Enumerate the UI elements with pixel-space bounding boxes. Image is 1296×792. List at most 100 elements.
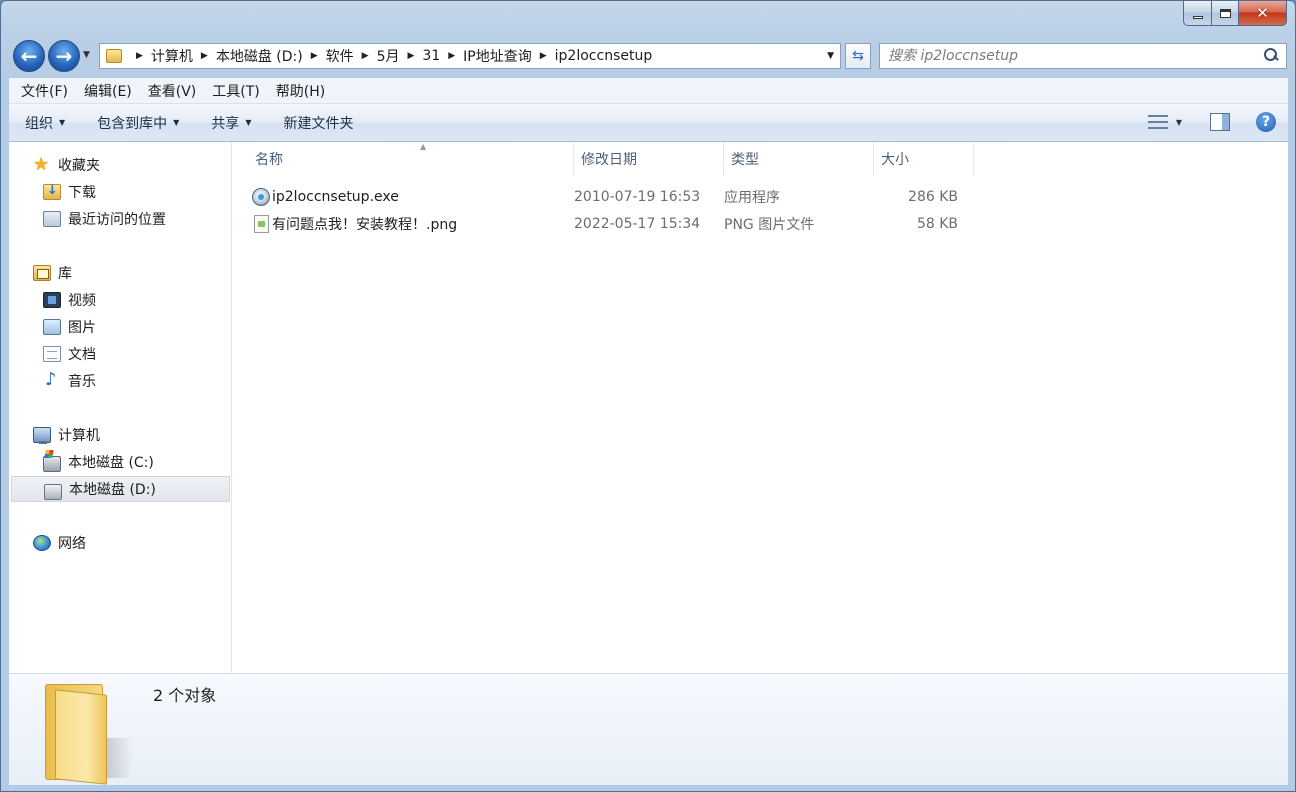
breadcrumb-current[interactable]: ip2loccnsetup [555,48,653,64]
sidebar-item-label: 下载 [68,185,96,201]
application-icon [252,188,270,206]
breadcrumb-separator-icon[interactable]: ▶ [311,51,318,61]
share-button[interactable]: 共享 ▼ [211,113,251,133]
hard-drive-icon [44,483,62,500]
sidebar-item-label: 文档 [68,347,96,363]
forward-arrow-icon: → [55,44,73,68]
sidebar-item-label: 网络 [58,536,86,552]
maximize-button[interactable] [1212,1,1239,26]
view-options-dropdown-icon[interactable]: ▼ [1176,118,1182,127]
column-header-label: 类型 [731,152,759,168]
file-type: PNG 图片文件 [724,216,815,233]
organize-button[interactable]: 组织 ▼ [25,113,65,133]
navigation-pane: 收藏夹 下载 最近访问的位置 库 视频 图片 [9,142,232,673]
pictures-library-icon [43,319,61,335]
breadcrumb-31[interactable]: 31 [422,48,440,64]
column-header-label: 名称 [255,152,283,168]
sidebar-item-label: 库 [58,266,72,282]
file-name: 有问题点我！安装教程！.png [272,216,458,233]
change-view-icon[interactable] [1147,114,1168,130]
column-header-type[interactable]: 类型 [724,142,874,176]
sidebar-item-computer[interactable]: 计算机 [11,422,230,448]
column-header-label: 修改日期 [581,152,637,168]
sidebar-item-label: 音乐 [68,374,96,390]
sidebar-item-drive-d[interactable]: 本地磁盘 (D:) [11,476,230,502]
breadcrumb-separator-icon[interactable]: ▶ [201,51,208,61]
column-header-name[interactable]: 名称 ▲ [248,142,574,176]
breadcrumb-separator-icon[interactable]: ▶ [407,51,414,61]
recent-pages-dropdown-icon[interactable]: ▼ [83,50,90,60]
breadcrumb: ▶ 计算机 ▶ 本地磁盘 (D:) ▶ 软件 ▶ 5月 ▶ 31 ▶ IP地址查… [128,44,652,68]
breadcrumb-separator-icon[interactable]: ▶ [136,51,143,61]
search-input[interactable] [888,45,1260,67]
address-bar[interactable]: ▶ 计算机 ▶ 本地磁盘 (D:) ▶ 软件 ▶ 5月 ▶ 31 ▶ IP地址查… [99,43,841,69]
star-icon [33,154,51,175]
sidebar-item-documents[interactable]: 文档 [11,341,230,367]
sidebar-item-libraries[interactable]: 库 [11,260,230,286]
include-in-library-label: 包含到库中 [97,115,168,132]
menu-tools[interactable]: 工具(T) [204,81,267,101]
preview-pane-icon[interactable] [1210,113,1230,131]
sidebar-item-drive-c[interactable]: 本地磁盘 (C:) [11,449,230,475]
sort-ascending-icon: ▲ [420,142,427,151]
file-list: 名称 ▲ 修改日期 类型 大小 ip2loccnsetup.exe 2010-0… [232,142,1288,673]
table-row[interactable]: 有问题点我！安装教程！.png 2022-05-17 15:34 PNG 图片文… [248,210,1008,237]
command-bar-right: ▼ ? [1147,112,1276,132]
folder-icon [39,678,135,785]
sidebar-item-pictures[interactable]: 图片 [11,314,230,340]
menu-bar: 文件(F) 编辑(E) 查看(V) 工具(T) 帮助(H) [9,78,1288,104]
caption-buttons: ✕ [1183,1,1287,26]
back-arrow-icon: ← [20,44,38,68]
sidebar-item-label: 最近访问的位置 [68,212,166,228]
library-icon [33,265,51,281]
explorer-window: ✕ ← → ▼ ▶ 计算机 ▶ 本地磁盘 (D:) ▶ 软件 ▶ 5月 ▶ 31… [0,0,1296,792]
item-count: 2 个对象 [153,686,217,705]
sidebar-item-favorites[interactable]: 收藏夹 [11,152,230,178]
breadcrumb-drive-d[interactable]: 本地磁盘 (D:) [216,46,303,66]
refresh-button[interactable]: ⇆ [845,43,871,69]
sidebar-item-label: 本地磁盘 (D:) [69,482,156,498]
file-size: 286 KB [908,188,958,205]
maximize-icon [1219,8,1231,18]
search-box [879,43,1287,69]
menu-help[interactable]: 帮助(H) [268,81,333,101]
column-header-date[interactable]: 修改日期 [574,142,724,176]
chevron-down-icon: ▼ [245,118,252,127]
back-button[interactable]: ← [13,40,45,72]
sidebar-item-music[interactable]: 音乐 [11,368,230,394]
breadcrumb-may[interactable]: 5月 [377,46,400,66]
include-in-library-button[interactable]: 包含到库中 ▼ [97,113,179,133]
table-row[interactable]: ip2loccnsetup.exe 2010-07-19 16:53 应用程序 … [248,183,1008,210]
search-icon[interactable] [1260,45,1282,67]
forward-button[interactable]: → [48,40,80,72]
sidebar-item-label: 图片 [68,320,96,336]
breadcrumb-software[interactable]: 软件 [326,46,354,66]
chevron-down-icon: ▼ [173,118,180,127]
details-pane: 2 个对象 [9,673,1288,785]
menu-edit[interactable]: 编辑(E) [76,81,140,101]
sidebar-item-videos[interactable]: 视频 [11,287,230,313]
chevron-down-icon: ▼ [59,118,66,127]
sidebar-item-downloads[interactable]: 下载 [11,179,230,205]
folder-icon [106,49,122,63]
documents-library-icon [43,346,61,362]
file-date: 2010-07-19 16:53 [574,188,701,205]
column-header-size[interactable]: 大小 [874,142,974,176]
minimize-icon [1192,15,1203,19]
sidebar-item-recent-places[interactable]: 最近访问的位置 [11,206,230,232]
close-button[interactable]: ✕ [1239,1,1287,26]
breadcrumb-separator-icon[interactable]: ▶ [448,51,455,61]
organize-label: 组织 [25,115,53,132]
help-icon[interactable]: ? [1256,112,1276,132]
minimize-button[interactable] [1183,1,1212,26]
breadcrumb-computer[interactable]: 计算机 [151,46,193,66]
breadcrumb-ip-lookup[interactable]: IP地址查询 [463,46,532,66]
breadcrumb-separator-icon[interactable]: ▶ [362,51,369,61]
menu-file[interactable]: 文件(F) [13,81,76,101]
menu-view[interactable]: 查看(V) [140,81,205,101]
breadcrumb-separator-icon[interactable]: ▶ [540,51,547,61]
image-file-icon [254,215,269,233]
address-dropdown-icon[interactable]: ▼ [827,51,834,61]
new-folder-button[interactable]: 新建文件夹 [283,113,353,133]
sidebar-item-network[interactable]: 网络 [11,530,230,556]
